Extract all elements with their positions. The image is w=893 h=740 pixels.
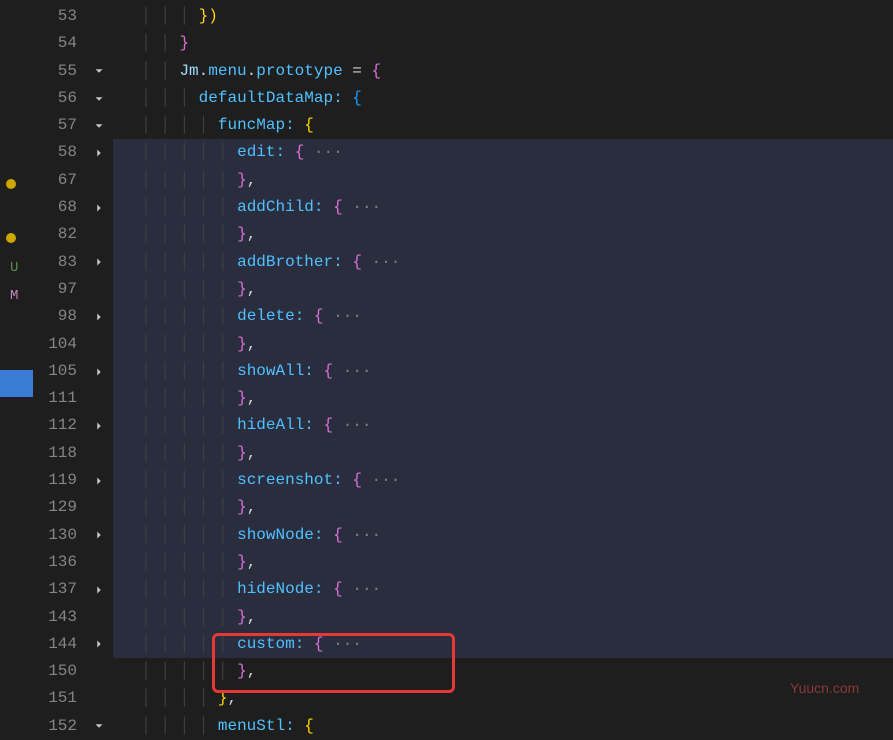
- code-line[interactable]: │ │ │ │ │ },: [113, 549, 893, 576]
- code-area[interactable]: │ │ │ })│ │ }│ │ Jm.menu.prototype = {│ …: [113, 0, 893, 739]
- code-line[interactable]: │ │ │ │ │ },: [113, 331, 893, 358]
- selected-line-marker: [0, 370, 33, 397]
- fold-spacer: [85, 685, 113, 712]
- code-line[interactable]: │ │ │ │ │ },: [113, 167, 893, 194]
- line-numbers-gutter: 5354555657586768828397981041051111121181…: [33, 0, 85, 739]
- line-number: 53: [33, 3, 85, 30]
- line-number: 111: [33, 385, 85, 412]
- editor-container: U M 535455565758676882839798104105111112…: [0, 0, 893, 739]
- git-modified-icon: M: [10, 288, 18, 304]
- chevron-right-icon[interactable]: [85, 139, 113, 166]
- line-number: 54: [33, 30, 85, 57]
- code-line[interactable]: │ │ │ │ │ custom: { ···: [113, 631, 893, 658]
- chevron-down-icon[interactable]: [85, 112, 113, 139]
- chevron-right-icon[interactable]: [85, 467, 113, 494]
- code-line[interactable]: │ │ │ │ │ },: [113, 385, 893, 412]
- fold-spacer: [85, 440, 113, 467]
- line-number: 150: [33, 658, 85, 685]
- code-line[interactable]: │ │ │ │ funcMap: {: [113, 112, 893, 139]
- line-number: 83: [33, 249, 85, 276]
- line-number: 130: [33, 522, 85, 549]
- code-line[interactable]: │ │ │ │ │ },: [113, 440, 893, 467]
- line-number: 82: [33, 221, 85, 248]
- code-line[interactable]: │ │ │ │ │ addBrother: { ···: [113, 249, 893, 276]
- code-line[interactable]: │ │ │ }): [113, 3, 893, 30]
- code-line[interactable]: │ │ │ │ │ showNode: { ···: [113, 522, 893, 549]
- line-number: 57: [33, 112, 85, 139]
- code-line[interactable]: │ │ │ │ │ screenshot: { ···: [113, 467, 893, 494]
- code-line[interactable]: │ │ │ │ │ showAll: { ···: [113, 358, 893, 385]
- line-number: 55: [33, 58, 85, 85]
- line-number: 58: [33, 139, 85, 166]
- line-number: 97: [33, 276, 85, 303]
- line-number: 68: [33, 194, 85, 221]
- code-line[interactable]: │ │ │ │ │ edit: { ···: [113, 139, 893, 166]
- code-line[interactable]: │ │ │ │ │ addChild: { ···: [113, 194, 893, 221]
- code-line[interactable]: │ │ │ │ │ hideNode: { ···: [113, 576, 893, 603]
- code-line[interactable]: │ │ │ │ │ },: [113, 604, 893, 631]
- fold-spacer: [85, 331, 113, 358]
- fold-spacer: [85, 221, 113, 248]
- modified-decoration-icon: [6, 233, 16, 243]
- line-number: 56: [33, 85, 85, 112]
- chevron-right-icon[interactable]: [85, 249, 113, 276]
- line-number: 98: [33, 303, 85, 330]
- code-line[interactable]: │ │ │ defaultDataMap: {: [113, 85, 893, 112]
- chevron-right-icon[interactable]: [85, 303, 113, 330]
- fold-spacer: [85, 167, 113, 194]
- git-untracked-icon: U: [10, 260, 18, 276]
- code-line[interactable]: │ │ │ │ menuStl: {: [113, 713, 893, 739]
- chevron-down-icon[interactable]: [85, 713, 113, 740]
- chevron-down-icon[interactable]: [85, 58, 113, 85]
- fold-spacer: [85, 276, 113, 303]
- chevron-right-icon[interactable]: [85, 358, 113, 385]
- code-line[interactable]: │ │ │ │ },: [113, 685, 893, 712]
- code-line[interactable]: │ │ │ │ │ hideAll: { ···: [113, 412, 893, 439]
- code-line[interactable]: │ │ │ │ │ },: [113, 276, 893, 303]
- code-line[interactable]: │ │ │ │ │ delete: { ···: [113, 303, 893, 330]
- fold-spacer: [85, 549, 113, 576]
- fold-spacer: [85, 385, 113, 412]
- line-number: 136: [33, 549, 85, 576]
- glyph-margin: U M: [0, 0, 33, 739]
- line-number: 129: [33, 494, 85, 521]
- chevron-right-icon[interactable]: [85, 412, 113, 439]
- line-number: 137: [33, 576, 85, 603]
- line-number: 104: [33, 331, 85, 358]
- fold-spacer: [85, 494, 113, 521]
- fold-spacer: [85, 658, 113, 685]
- line-number: 143: [33, 604, 85, 631]
- chevron-right-icon[interactable]: [85, 194, 113, 221]
- line-number: 67: [33, 167, 85, 194]
- code-line[interactable]: │ │ │ │ │ },: [113, 658, 893, 685]
- fold-spacer: [85, 604, 113, 631]
- line-number: 112: [33, 412, 85, 439]
- fold-spacer: [85, 30, 113, 57]
- code-line[interactable]: │ │ Jm.menu.prototype = {: [113, 58, 893, 85]
- code-line[interactable]: │ │ │ │ │ },: [113, 494, 893, 521]
- code-line[interactable]: │ │ }: [113, 30, 893, 57]
- chevron-right-icon[interactable]: [85, 522, 113, 549]
- modified-decoration-icon: [6, 179, 16, 189]
- code-line[interactable]: │ │ │ │ │ },: [113, 221, 893, 248]
- line-number: 151: [33, 685, 85, 712]
- line-number: 144: [33, 631, 85, 658]
- line-number: 118: [33, 440, 85, 467]
- chevron-right-icon[interactable]: [85, 631, 113, 658]
- fold-spacer: [85, 3, 113, 30]
- chevron-down-icon[interactable]: [85, 85, 113, 112]
- line-number: 105: [33, 358, 85, 385]
- line-number: 119: [33, 467, 85, 494]
- line-number: 152: [33, 713, 85, 740]
- chevron-right-icon[interactable]: [85, 576, 113, 603]
- fold-gutter: [85, 0, 113, 739]
